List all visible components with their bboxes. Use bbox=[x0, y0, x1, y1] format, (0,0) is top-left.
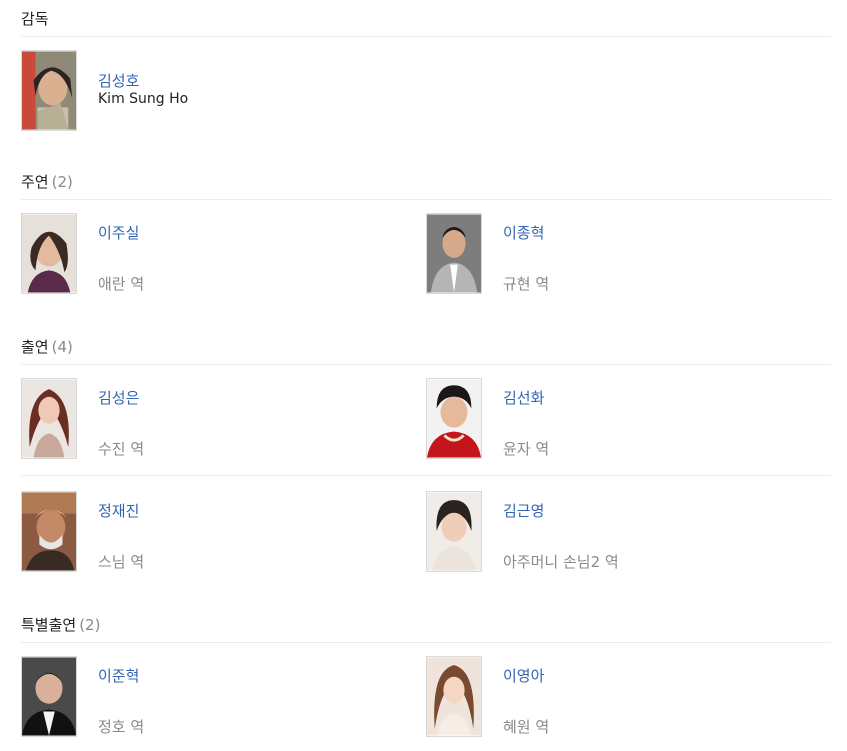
cast-name-link[interactable]: 김성은 bbox=[98, 387, 139, 408]
section-header-supporting: 출연 (4) bbox=[21, 330, 831, 365]
section-count: (2) bbox=[51, 173, 73, 191]
cast-role: 스님 역 bbox=[98, 553, 145, 571]
cast-photo[interactable] bbox=[426, 656, 482, 737]
cast-name-link[interactable]: 이주실 bbox=[98, 222, 139, 243]
cast-role: 윤자 역 bbox=[503, 440, 550, 458]
cast-photo[interactable] bbox=[21, 491, 77, 572]
director-photo[interactable] bbox=[21, 50, 77, 131]
cast-name-link[interactable]: 이종혁 bbox=[503, 222, 544, 243]
section-header-director: 감독 bbox=[21, 2, 831, 37]
cast-name-link[interactable]: 이영아 bbox=[503, 665, 544, 686]
cast-photo[interactable] bbox=[426, 378, 482, 459]
section-count: (2) bbox=[79, 616, 101, 634]
cast-photo[interactable] bbox=[426, 491, 482, 572]
section-count: (4) bbox=[51, 338, 73, 356]
director-english-name: Kim Sung Ho bbox=[98, 91, 189, 107]
cast-photo[interactable] bbox=[21, 213, 77, 294]
cast-photo[interactable] bbox=[21, 656, 77, 737]
cast-name-link[interactable]: 김선화 bbox=[503, 387, 544, 408]
cast-photo[interactable] bbox=[426, 213, 482, 294]
section-title: 특별출연 bbox=[21, 616, 77, 634]
cast-role: 아주머니 손님2 역 bbox=[503, 553, 619, 571]
cast-name-link[interactable]: 정재진 bbox=[98, 500, 139, 521]
cast-role: 혜원 역 bbox=[503, 718, 550, 736]
director-name-link[interactable]: 김성호 bbox=[98, 70, 139, 91]
section-header-special: 특별출연 (2) bbox=[21, 608, 831, 643]
section-title: 감독 bbox=[21, 10, 49, 28]
cast-role: 수진 역 bbox=[98, 440, 145, 458]
cast-role: 규현 역 bbox=[503, 275, 550, 293]
cast-role: 정호 역 bbox=[98, 718, 145, 736]
cast-name-link[interactable]: 김근영 bbox=[503, 500, 544, 521]
section-header-lead: 주연 (2) bbox=[21, 165, 831, 200]
row-divider bbox=[21, 475, 831, 476]
section-title: 주연 bbox=[21, 173, 49, 191]
cast-photo[interactable] bbox=[21, 378, 77, 459]
cast-role: 애란 역 bbox=[98, 275, 145, 293]
cast-name-link[interactable]: 이준혁 bbox=[98, 665, 139, 686]
section-title: 출연 bbox=[21, 338, 49, 356]
